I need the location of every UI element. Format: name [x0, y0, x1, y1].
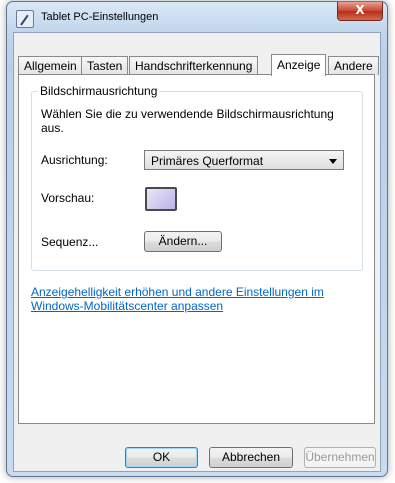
- tablet-pen-icon: [16, 10, 34, 28]
- sequence-label: Sequenz...: [41, 235, 99, 249]
- dialog-window: Tablet PC-Einstellungen X Allgemein Tast…: [6, 1, 388, 477]
- mobility-center-link[interactable]: Anzeigehelligkeit erhöhen und andere Ein…: [31, 285, 341, 313]
- tab-handschrifterkennung[interactable]: Handschrifterkennung: [129, 56, 259, 75]
- close-button[interactable]: X: [337, 2, 383, 21]
- ok-button[interactable]: OK: [125, 447, 198, 468]
- group-description: Wählen Sie die zu verwendende Bildschirm…: [41, 107, 334, 135]
- title-bar[interactable]: Tablet PC-Einstellungen X: [7, 2, 387, 32]
- change-sequence-button[interactable]: Ändern...: [144, 231, 222, 252]
- orientation-label: Ausrichtung:: [41, 153, 108, 167]
- tab-panel-anzeige: Bildschirmausrichtung Wählen Sie die zu …: [18, 74, 375, 424]
- tab-andere[interactable]: Andere: [328, 56, 379, 75]
- cancel-button[interactable]: Abbrechen: [209, 447, 293, 468]
- orientation-group: Bildschirmausrichtung Wählen Sie die zu …: [31, 84, 363, 271]
- tab-anzeige[interactable]: Anzeige: [271, 54, 327, 76]
- dialog-client-area: Allgemein Tasten Handschrifterkennung An…: [13, 32, 381, 472]
- orientation-preview-icon: [145, 187, 177, 211]
- orientation-dropdown[interactable]: Primäres Querformat: [144, 150, 344, 170]
- orientation-value: Primäres Querformat: [151, 154, 264, 168]
- group-title: Bildschirmausrichtung: [38, 84, 160, 98]
- preview-label: Vorschau:: [41, 191, 95, 205]
- chevron-down-icon: [329, 159, 337, 164]
- window-title: Tablet PC-Einstellungen: [41, 11, 159, 23]
- tab-allgemein[interactable]: Allgemein: [18, 56, 83, 75]
- tab-tasten[interactable]: Tasten: [81, 56, 129, 75]
- apply-button[interactable]: Übernehmen: [304, 447, 376, 468]
